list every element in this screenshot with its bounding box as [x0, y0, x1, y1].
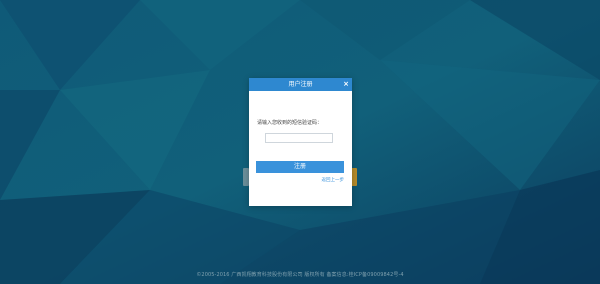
back-link[interactable]: 返回上一步: [322, 177, 345, 183]
sms-code-prompt: 请输入您收到的短信验证码：: [257, 120, 323, 126]
register-button[interactable]: 注册: [256, 161, 344, 173]
modal-title: 用户注册: [288, 81, 313, 88]
register-modal: 用户注册 × 请输入您收到的短信验证码： 注册 返回上一步: [249, 78, 352, 206]
modal-header: 用户注册 ×: [249, 78, 352, 91]
footer-copyright: ©2005-2016 广西凯翔教育科技股份有限公司 版权所有 备案信息:桂ICP…: [196, 272, 404, 278]
close-icon[interactable]: ×: [343, 78, 349, 91]
sms-code-input[interactable]: [265, 133, 333, 143]
